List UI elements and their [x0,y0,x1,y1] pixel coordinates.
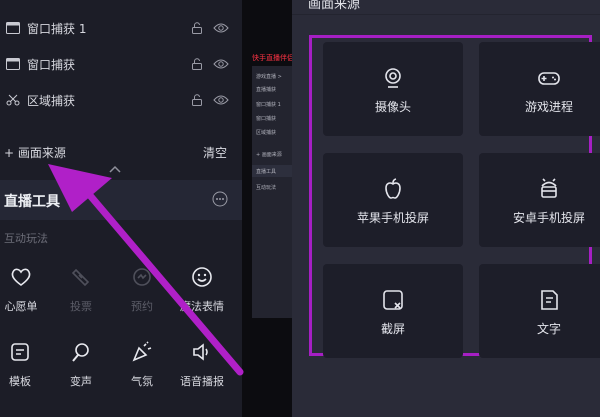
speaker-icon [193,343,208,361]
tool-voice-broadcast[interactable]: 语音播报 [172,341,232,391]
card-camera[interactable]: 摄像头 [323,42,463,136]
tool-label: 投票 [70,300,92,313]
more-icon[interactable] [212,191,228,207]
source-row-window-capture[interactable]: 窗口捕获 [0,46,242,82]
tools-title: 直播工具 [4,194,60,210]
gamepad-icon [538,72,560,85]
window-icon [6,22,20,34]
voice-change-icon [72,343,89,362]
source-label: 窗口捕获 [27,57,76,72]
unlock-icon[interactable] [191,58,203,70]
preview-line: 游戏直播 > [256,74,282,80]
preview-line: 互动玩法 [256,185,277,191]
source-label: 区域捕获 [27,93,76,108]
tool-reserve: 预约 [112,266,172,316]
preview-line: + 画面来源 [256,152,282,158]
apple-icon [385,178,401,199]
tool-label: 气氛 [131,375,153,388]
eye-icon[interactable] [213,22,229,34]
card-android-cast[interactable]: 安卓手机投屏 [479,153,600,247]
scissors-icon [6,94,20,106]
preview-line: 窗口捕获 [256,116,277,122]
card-game-process[interactable]: 游戏进程 [479,42,600,136]
tool-label: 心愿单 [4,300,38,313]
camera-icon [385,68,401,88]
tool-vote: 投票 [51,266,111,316]
eye-icon[interactable] [213,58,229,70]
tool-wishlist[interactable]: 心愿单 [0,266,51,316]
card-label: 摄像头 [374,100,411,114]
preview-line: 区域捕获 [256,130,277,136]
card-apple-cast[interactable]: 苹果手机投屏 [323,153,463,247]
screenshot-icon [383,290,403,310]
android-icon [541,178,557,198]
tool-label: 语音播报 [180,375,224,388]
window-icon [6,58,20,70]
clear-button[interactable]: 清空 [203,144,227,161]
card-label: 安卓手机投屏 [512,211,585,225]
add-source-button[interactable]: + 画面来源 [4,144,66,161]
template-icon [11,343,29,361]
tool-label: 预约 [131,300,153,313]
tool-atmosphere[interactable]: 气氛 [112,341,172,391]
source-label: 窗口捕获 1 [27,21,87,36]
tool-label: 变声 [70,375,92,388]
tool-label: 模板 [9,375,31,388]
unlock-icon[interactable] [191,94,203,106]
unlock-icon[interactable] [191,22,203,34]
chevron-up-icon[interactable] [108,164,122,174]
card-screenshot[interactable]: 截屏 [323,264,463,358]
source-row-window-capture-1[interactable]: 窗口捕获 1 [0,10,242,46]
card-label: 文字 [536,322,561,336]
party-popper-icon [132,341,152,362]
card-label: 截屏 [380,322,405,336]
ticket-icon [71,268,90,287]
dialog-title: 画面来源 [308,0,361,12]
card-text[interactable]: 文字 [479,264,600,358]
preview-line: 直播捕获 [256,87,277,93]
reserve-icon [133,268,151,286]
tool-label: 魔法表情 [180,300,224,313]
text-icon [541,290,558,310]
section-label: 互动玩法 [4,232,48,245]
preview-line: 窗口捕获 1 [256,102,281,108]
tool-template[interactable]: 模板 [0,341,50,391]
heart-icon [11,268,31,286]
dialog-divider [292,14,600,15]
tool-magic-emoji[interactable]: 魔法表情 [172,266,232,316]
smile-icon [192,267,212,287]
card-label: 游戏进程 [524,100,573,114]
preview-title: 快手直播伴侣 [252,54,294,62]
card-label: 苹果手机投屏 [356,211,429,225]
source-row-region-capture[interactable]: 区域捕获 [0,82,242,118]
eye-icon[interactable] [213,94,229,106]
tool-voice-change[interactable]: 变声 [51,341,111,391]
preview-line: 直播工具 [256,169,277,175]
